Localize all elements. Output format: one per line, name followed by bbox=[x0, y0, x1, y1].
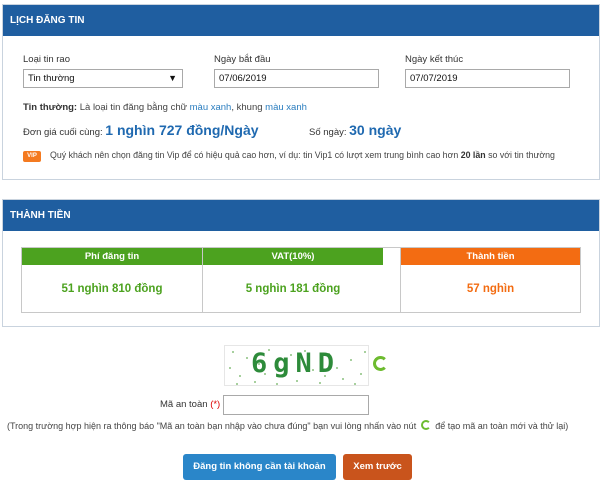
unit-price-label: Đơn giá cuối cùng: bbox=[23, 127, 103, 138]
captcha-note-1: (Trong trường hợp hiện ra thông báo "Mã … bbox=[7, 421, 417, 431]
fee-column-vat: VAT(10%) 5 nghìn 181 đồng bbox=[203, 248, 383, 312]
captcha-label-text: Mã an toàn bbox=[160, 399, 208, 410]
fee-header-vat: VAT(10%) bbox=[203, 248, 383, 265]
schedule-panel: LỊCH ĐĂNG TIN Loại tin rao Tin thường ▼ … bbox=[2, 4, 600, 180]
unit-price: Đơn giá cuối cùng: 1 nghìn 727 đồng/Ngày bbox=[23, 122, 259, 138]
post-type-note-text2: , khung bbox=[231, 102, 266, 113]
vip-note: Quý khách nên chọn đăng tin Vip để có hi… bbox=[50, 150, 555, 160]
captcha-input[interactable] bbox=[223, 395, 369, 415]
fee-value-total: 57 nghìn bbox=[466, 283, 515, 295]
end-date-label: Ngày kết thúc bbox=[405, 54, 464, 65]
days-label: Số ngày: bbox=[309, 127, 347, 138]
end-date-input[interactable] bbox=[405, 69, 570, 88]
start-date-input[interactable] bbox=[214, 69, 379, 88]
post-type-note-prefix: Tin thường: bbox=[23, 102, 78, 113]
captcha-image: 6gND bbox=[224, 345, 369, 386]
preview-button[interactable]: Xem trước bbox=[343, 454, 412, 480]
captcha-text: 6gND bbox=[251, 348, 341, 379]
total-panel-title: THÀNH TIỀN bbox=[3, 200, 599, 231]
schedule-panel-title: LỊCH ĐĂNG TIN bbox=[3, 5, 599, 36]
fee-header-posting: Phí đăng tin bbox=[22, 248, 202, 265]
vip-icon: VIP bbox=[23, 151, 41, 162]
post-type-note-text1: Là loại tin đăng bằng chữ bbox=[77, 102, 190, 113]
captcha-label: Mã an toàn (*) bbox=[160, 399, 220, 410]
fee-column-posting: Phí đăng tin 51 nghìn 810 đồng bbox=[22, 248, 203, 312]
start-date-label: Ngày bắt đầu bbox=[214, 54, 271, 65]
captcha-note-2: để tạo mã an toàn mới và thử lại) bbox=[435, 421, 569, 431]
fee-header-total: Thành tiền bbox=[401, 248, 580, 265]
captcha-required-mark: (*) bbox=[210, 399, 221, 410]
fee-value-posting: 51 nghìn 810 đồng bbox=[61, 283, 163, 295]
vip-note-bold: 20 lần bbox=[460, 150, 486, 160]
fee-column-total: Thành tiền 57 nghìn bbox=[400, 248, 580, 312]
refresh-captcha-icon[interactable] bbox=[373, 356, 388, 371]
days-count: Số ngày: 30 ngày bbox=[309, 122, 401, 138]
post-without-account-button[interactable]: Đăng tin không cần tài khoản bbox=[183, 454, 336, 480]
fee-table: Phí đăng tin 51 nghìn 810 đồng VAT(10%) … bbox=[21, 247, 581, 313]
post-type-select[interactable]: Tin thường ▼ bbox=[23, 69, 183, 88]
vip-note-2: so với tin thường bbox=[485, 150, 555, 160]
refresh-inline-icon bbox=[420, 420, 431, 430]
post-type-note-color1: màu xanh bbox=[189, 102, 232, 113]
post-type-note: Tin thường: Là loại tin đăng bằng chữ mà… bbox=[23, 102, 307, 113]
post-type-value: Tin thường bbox=[28, 73, 75, 84]
captcha-note: (Trong trường hợp hiện ra thông báo "Mã … bbox=[7, 419, 568, 431]
unit-price-value: 1 nghìn 727 đồng/Ngày bbox=[105, 122, 259, 138]
chevron-down-icon: ▼ bbox=[168, 73, 177, 83]
days-value: 30 ngày bbox=[349, 122, 402, 138]
post-type-note-color2: màu xanh bbox=[265, 102, 307, 113]
post-type-label: Loại tin rao bbox=[23, 54, 71, 65]
total-panel: THÀNH TIỀN Phí đăng tin 51 nghìn 810 đồn… bbox=[2, 199, 600, 327]
fee-value-vat: 5 nghìn 181 đồng bbox=[245, 283, 341, 295]
vip-note-1: Quý khách nên chọn đăng tin Vip để có hi… bbox=[50, 150, 461, 160]
